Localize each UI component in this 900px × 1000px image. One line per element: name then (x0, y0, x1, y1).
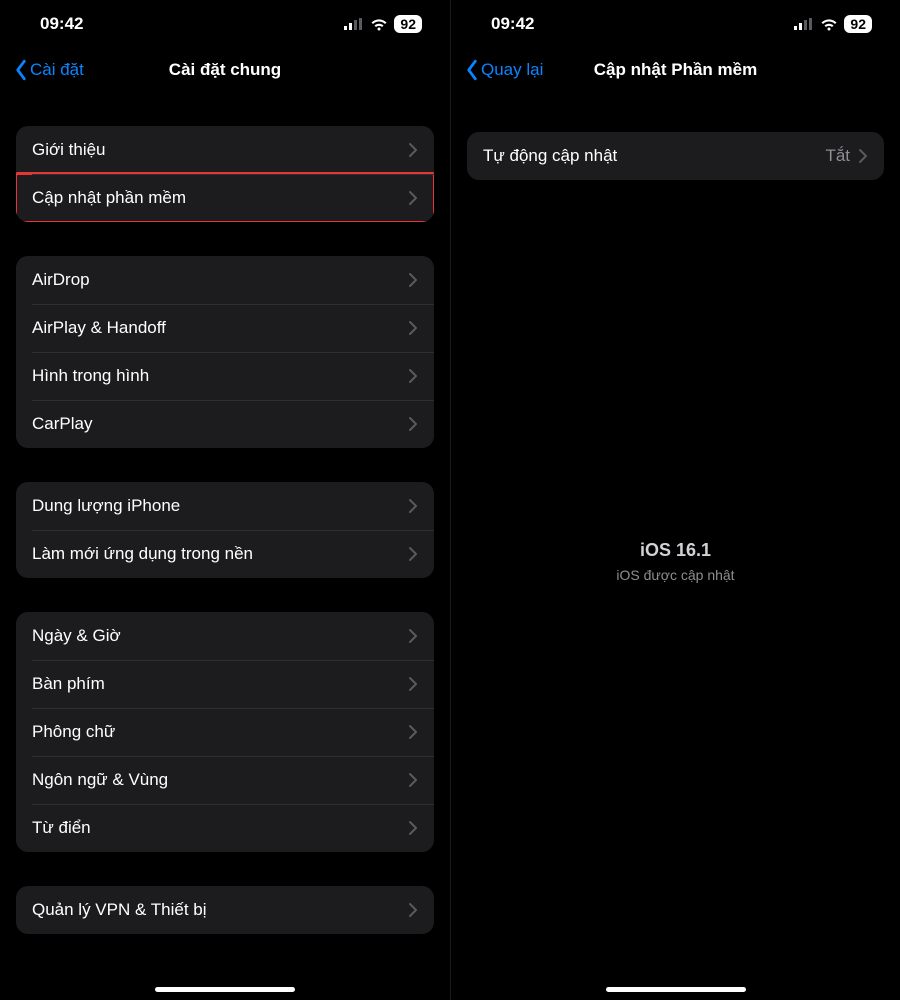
chevron-right-icon (408, 142, 418, 158)
group-connectivity: AirDrop AirPlay & Handoff Hình trong hìn… (16, 256, 434, 448)
row-label: Ngôn ngữ & Vùng (32, 770, 168, 790)
row-language-region[interactable]: Ngôn ngữ & Vùng (16, 756, 434, 804)
row-label: AirDrop (32, 270, 90, 290)
row-carplay[interactable]: CarPlay (16, 400, 434, 448)
chevron-right-icon (408, 724, 418, 740)
row-date-time[interactable]: Ngày & Giờ (16, 612, 434, 660)
phone-general-settings: 09:42 92 Cài đặt Cài đặt chung Giới thiệ… (0, 0, 450, 1000)
row-label: Làm mới ứng dụng trong nền (32, 544, 253, 564)
wifi-icon (370, 18, 388, 31)
status-bar: 09:42 92 (451, 0, 900, 42)
row-about[interactable]: Giới thiệu (16, 126, 434, 174)
row-vpn-device[interactable]: Quản lý VPN & Thiết bị (16, 886, 434, 934)
status-right: 92 (794, 15, 872, 33)
row-label: Hình trong hình (32, 366, 149, 386)
phone-software-update: 09:42 92 Quay lại Cập nhật Phần mềm Tự đ… (450, 0, 900, 1000)
chevron-right-icon (858, 148, 868, 164)
group-vpn: Quản lý VPN & Thiết bị (16, 886, 434, 934)
row-background-app-refresh[interactable]: Làm mới ứng dụng trong nền (16, 530, 434, 578)
group-storage: Dung lượng iPhone Làm mới ứng dụng trong… (16, 482, 434, 578)
ios-version: iOS 16.1 (451, 540, 900, 561)
row-airdrop[interactable]: AirDrop (16, 256, 434, 304)
cellular-icon (344, 18, 364, 30)
group-locale: Ngày & Giờ Bàn phím Phông chữ Ngôn ngữ &… (16, 612, 434, 852)
row-label: AirPlay & Handoff (32, 318, 166, 338)
battery-badge: 92 (844, 15, 872, 33)
row-airplay-handoff[interactable]: AirPlay & Handoff (16, 304, 434, 352)
chevron-right-icon (408, 190, 418, 206)
row-label: Cập nhật phần mềm (32, 188, 186, 208)
chevron-right-icon (408, 368, 418, 384)
row-dictionary[interactable]: Từ điển (16, 804, 434, 852)
chevron-right-icon (408, 546, 418, 562)
row-auto-update[interactable]: Tự động cập nhật Tắt (467, 132, 884, 180)
chevron-right-icon (408, 676, 418, 692)
row-value: Tắt (825, 146, 850, 166)
group-about: Giới thiệu Cập nhật phần mềm (16, 126, 434, 222)
battery-badge: 92 (394, 15, 422, 33)
row-label: Từ điển (32, 818, 91, 838)
chevron-right-icon (408, 320, 418, 336)
status-time: 09:42 (40, 14, 83, 34)
nav-header: Quay lại Cập nhật Phần mềm (451, 48, 900, 92)
update-status-block: iOS 16.1 iOS được cập nhật (451, 540, 900, 583)
row-label: Phông chữ (32, 722, 115, 742)
group-auto-update: Tự động cập nhật Tắt (467, 132, 884, 180)
back-button[interactable]: Cài đặt (14, 59, 84, 81)
row-label: Dung lượng iPhone (32, 496, 180, 516)
row-keyboard[interactable]: Bàn phím (16, 660, 434, 708)
row-label: Quản lý VPN & Thiết bị (32, 900, 207, 920)
nav-header: Cài đặt Cài đặt chung (0, 48, 450, 92)
back-label: Cài đặt (30, 60, 84, 80)
chevron-right-icon (408, 272, 418, 288)
chevron-right-icon (408, 820, 418, 836)
chevron-right-icon (408, 628, 418, 644)
row-picture-in-picture[interactable]: Hình trong hình (16, 352, 434, 400)
page-title: Cài đặt chung (169, 60, 281, 80)
row-label: Giới thiệu (32, 140, 106, 160)
page-title: Cập nhật Phần mềm (594, 60, 757, 80)
back-button[interactable]: Quay lại (465, 59, 543, 81)
row-label: Bàn phím (32, 674, 105, 694)
row-iphone-storage[interactable]: Dung lượng iPhone (16, 482, 434, 530)
row-software-update[interactable]: Cập nhật phần mềm (16, 174, 434, 222)
home-indicator[interactable] (606, 987, 746, 992)
home-indicator[interactable] (155, 987, 295, 992)
status-time: 09:42 (491, 14, 534, 34)
row-label: Tự động cập nhật (483, 146, 617, 166)
chevron-left-icon (465, 59, 479, 81)
chevron-right-icon (408, 416, 418, 432)
chevron-right-icon (408, 902, 418, 918)
row-fonts[interactable]: Phông chữ (16, 708, 434, 756)
back-label: Quay lại (481, 60, 543, 80)
row-label: CarPlay (32, 414, 92, 434)
chevron-right-icon (408, 498, 418, 514)
status-right: 92 (344, 15, 422, 33)
cellular-icon (794, 18, 814, 30)
chevron-left-icon (14, 59, 28, 81)
update-status-text: iOS được cập nhật (451, 567, 900, 583)
row-label: Ngày & Giờ (32, 626, 121, 646)
wifi-icon (820, 18, 838, 31)
chevron-right-icon (408, 772, 418, 788)
status-bar: 09:42 92 (0, 0, 450, 42)
